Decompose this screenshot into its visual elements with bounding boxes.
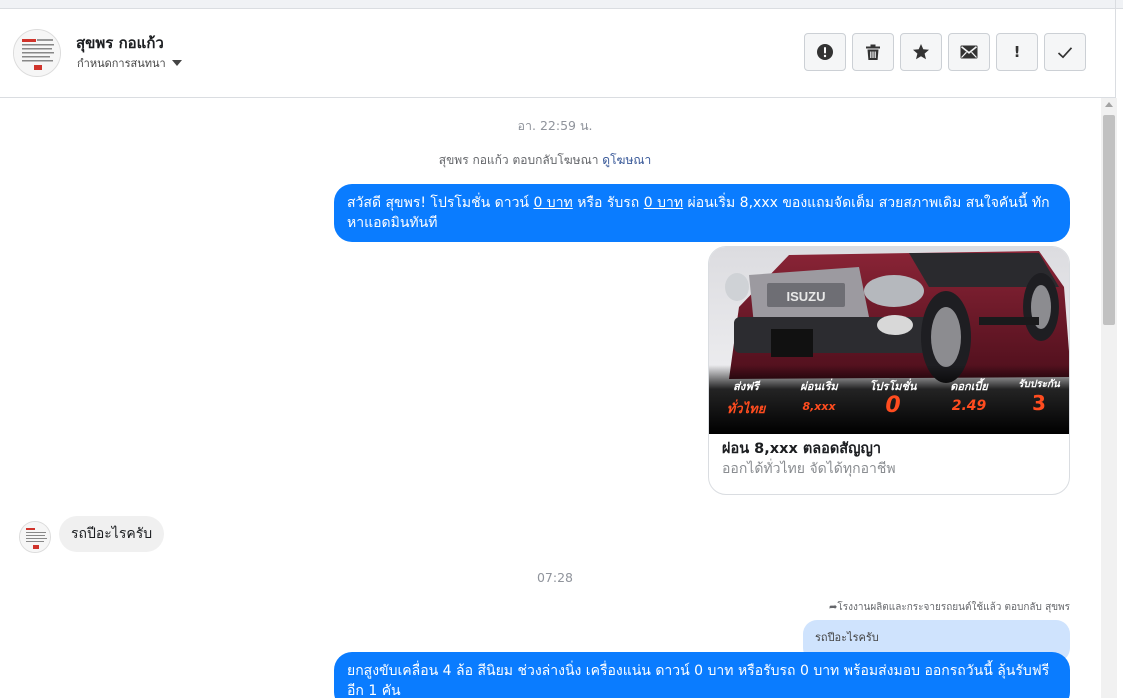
promo-value: 0 — [885, 393, 901, 418]
message-text-underlined: 0 บาท — [533, 195, 573, 211]
divider — [1115, 0, 1116, 98]
scrollbar[interactable] — [1101, 98, 1117, 698]
reply-note: ➦โรงงานผลิตและกระจายรถยนต์ใช้แล้ว ตอบกลั… — [0, 600, 1070, 615]
mark-unread-button[interactable] — [948, 33, 990, 71]
assign-conversation-dropdown[interactable]: กำหนดการสนทนา — [77, 54, 182, 72]
follow-up-button[interactable]: ! — [996, 33, 1038, 71]
contact-avatar[interactable] — [13, 29, 61, 77]
envelope-icon — [960, 45, 978, 59]
assign-label: กำหนดการสนทนา — [77, 57, 166, 70]
spam-button[interactable] — [804, 33, 846, 71]
promo-item: รับประกัน 3 — [1007, 377, 1069, 434]
timestamp: 07:28 — [536, 570, 574, 585]
incoming-message[interactable]: รถปีอะไรครับ — [59, 516, 165, 552]
message-text: สวัสดี สุขพร! โปรโมชั่น ดาวน์ — [347, 195, 534, 211]
promo-label: ผ่อนเริ่ม — [800, 380, 838, 393]
alert-circle-icon — [817, 44, 833, 60]
timestamp: อา. 22:59 น. — [517, 118, 593, 133]
outgoing-message[interactable]: สวัสดี สุขพร! โปรโมชั่น ดาวน์ 0 บาท หรือ… — [334, 184, 1070, 242]
caret-down-icon — [171, 60, 182, 66]
promo-value: ทั่วไทย — [726, 402, 766, 417]
delete-button[interactable] — [852, 33, 894, 71]
promo-item: โปรโมชั่น 0 — [855, 377, 931, 434]
promo-label: ดอกเบี้ย — [950, 380, 988, 393]
check-icon — [1057, 46, 1073, 58]
ad-reply-text: สุขพร กอแก้ว ตอบกลับโฆษณา — [438, 153, 599, 167]
header-actions: ! — [804, 33, 1086, 71]
mark-done-button[interactable] — [1044, 33, 1086, 71]
edge-strip — [1117, 98, 1123, 698]
sender-avatar[interactable] — [19, 521, 51, 553]
scroll-thumb[interactable] — [1103, 115, 1115, 325]
promo-item: ผ่อนเริ่ม 8,xxx — [783, 377, 855, 434]
star-button[interactable] — [900, 33, 942, 71]
promo-value: 2.49 — [951, 398, 987, 414]
follow-up-label: ! — [1013, 43, 1021, 61]
promo-label: รับประกัน — [1018, 379, 1060, 390]
promo-value: 8,xxx — [802, 400, 836, 413]
scroll-up-arrow-icon[interactable] — [1105, 102, 1113, 107]
promo-label: ส่งฟรี — [733, 380, 759, 393]
message-text: หรือ รับรถ — [572, 195, 644, 211]
view-ad-link[interactable]: ดูโฆษณา — [602, 153, 651, 167]
trash-icon — [866, 44, 880, 60]
car-ad-image: ISUZU ส่งฟรี ทั่วไทย ผ่อนเริ่ม 8,xxx โปร… — [709, 247, 1069, 434]
card-subtitle: ออกได้ทั่วไทย จัดได้ทุกอาชีพ — [722, 461, 896, 477]
promo-item: ส่งฟรี ทั่วไทย — [709, 377, 783, 434]
promo-item: ดอกเบี้ย 2.49 — [931, 377, 1007, 434]
star-icon — [913, 44, 929, 60]
contact-name[interactable]: สุขพร กอแก้ว — [76, 31, 164, 55]
ad-card[interactable]: ISUZU ส่งฟรี ทั่วไทย ผ่อนเริ่ม 8,xxx โปร… — [708, 246, 1070, 495]
brand-logo: ISUZU — [787, 289, 826, 304]
outgoing-message[interactable]: ยกสูงขับเคลื่อน 4 ล้อ สีนิยม ช่วงล่างนิ่… — [334, 652, 1070, 698]
conversation-header: สุขพร กอแก้ว กำหนดการสนทนา ! — [0, 9, 1115, 98]
ad-reply-info: สุขพร กอแก้ว ตอบกลับโฆษณา ดูโฆษณา — [0, 151, 1090, 170]
top-strip — [0, 0, 1123, 9]
reply-note-text: โรงงานผลิตและกระจายรถยนต์ใช้แล้ว ตอบกลับ… — [837, 602, 1070, 613]
message-text-underlined: 0 บาท — [643, 195, 684, 211]
promo-strip: ส่งฟรี ทั่วไทย ผ่อนเริ่ม 8,xxx โปรโมชั่น… — [709, 377, 1069, 434]
card-title: ผ่อน 8,xxx ตลอดสัญญา — [722, 441, 881, 457]
promo-value: 3 — [1032, 391, 1046, 415]
message-thread: อา. 22:59 น. สุขพร กอแก้ว ตอบกลับโฆษณา ด… — [0, 98, 1101, 698]
